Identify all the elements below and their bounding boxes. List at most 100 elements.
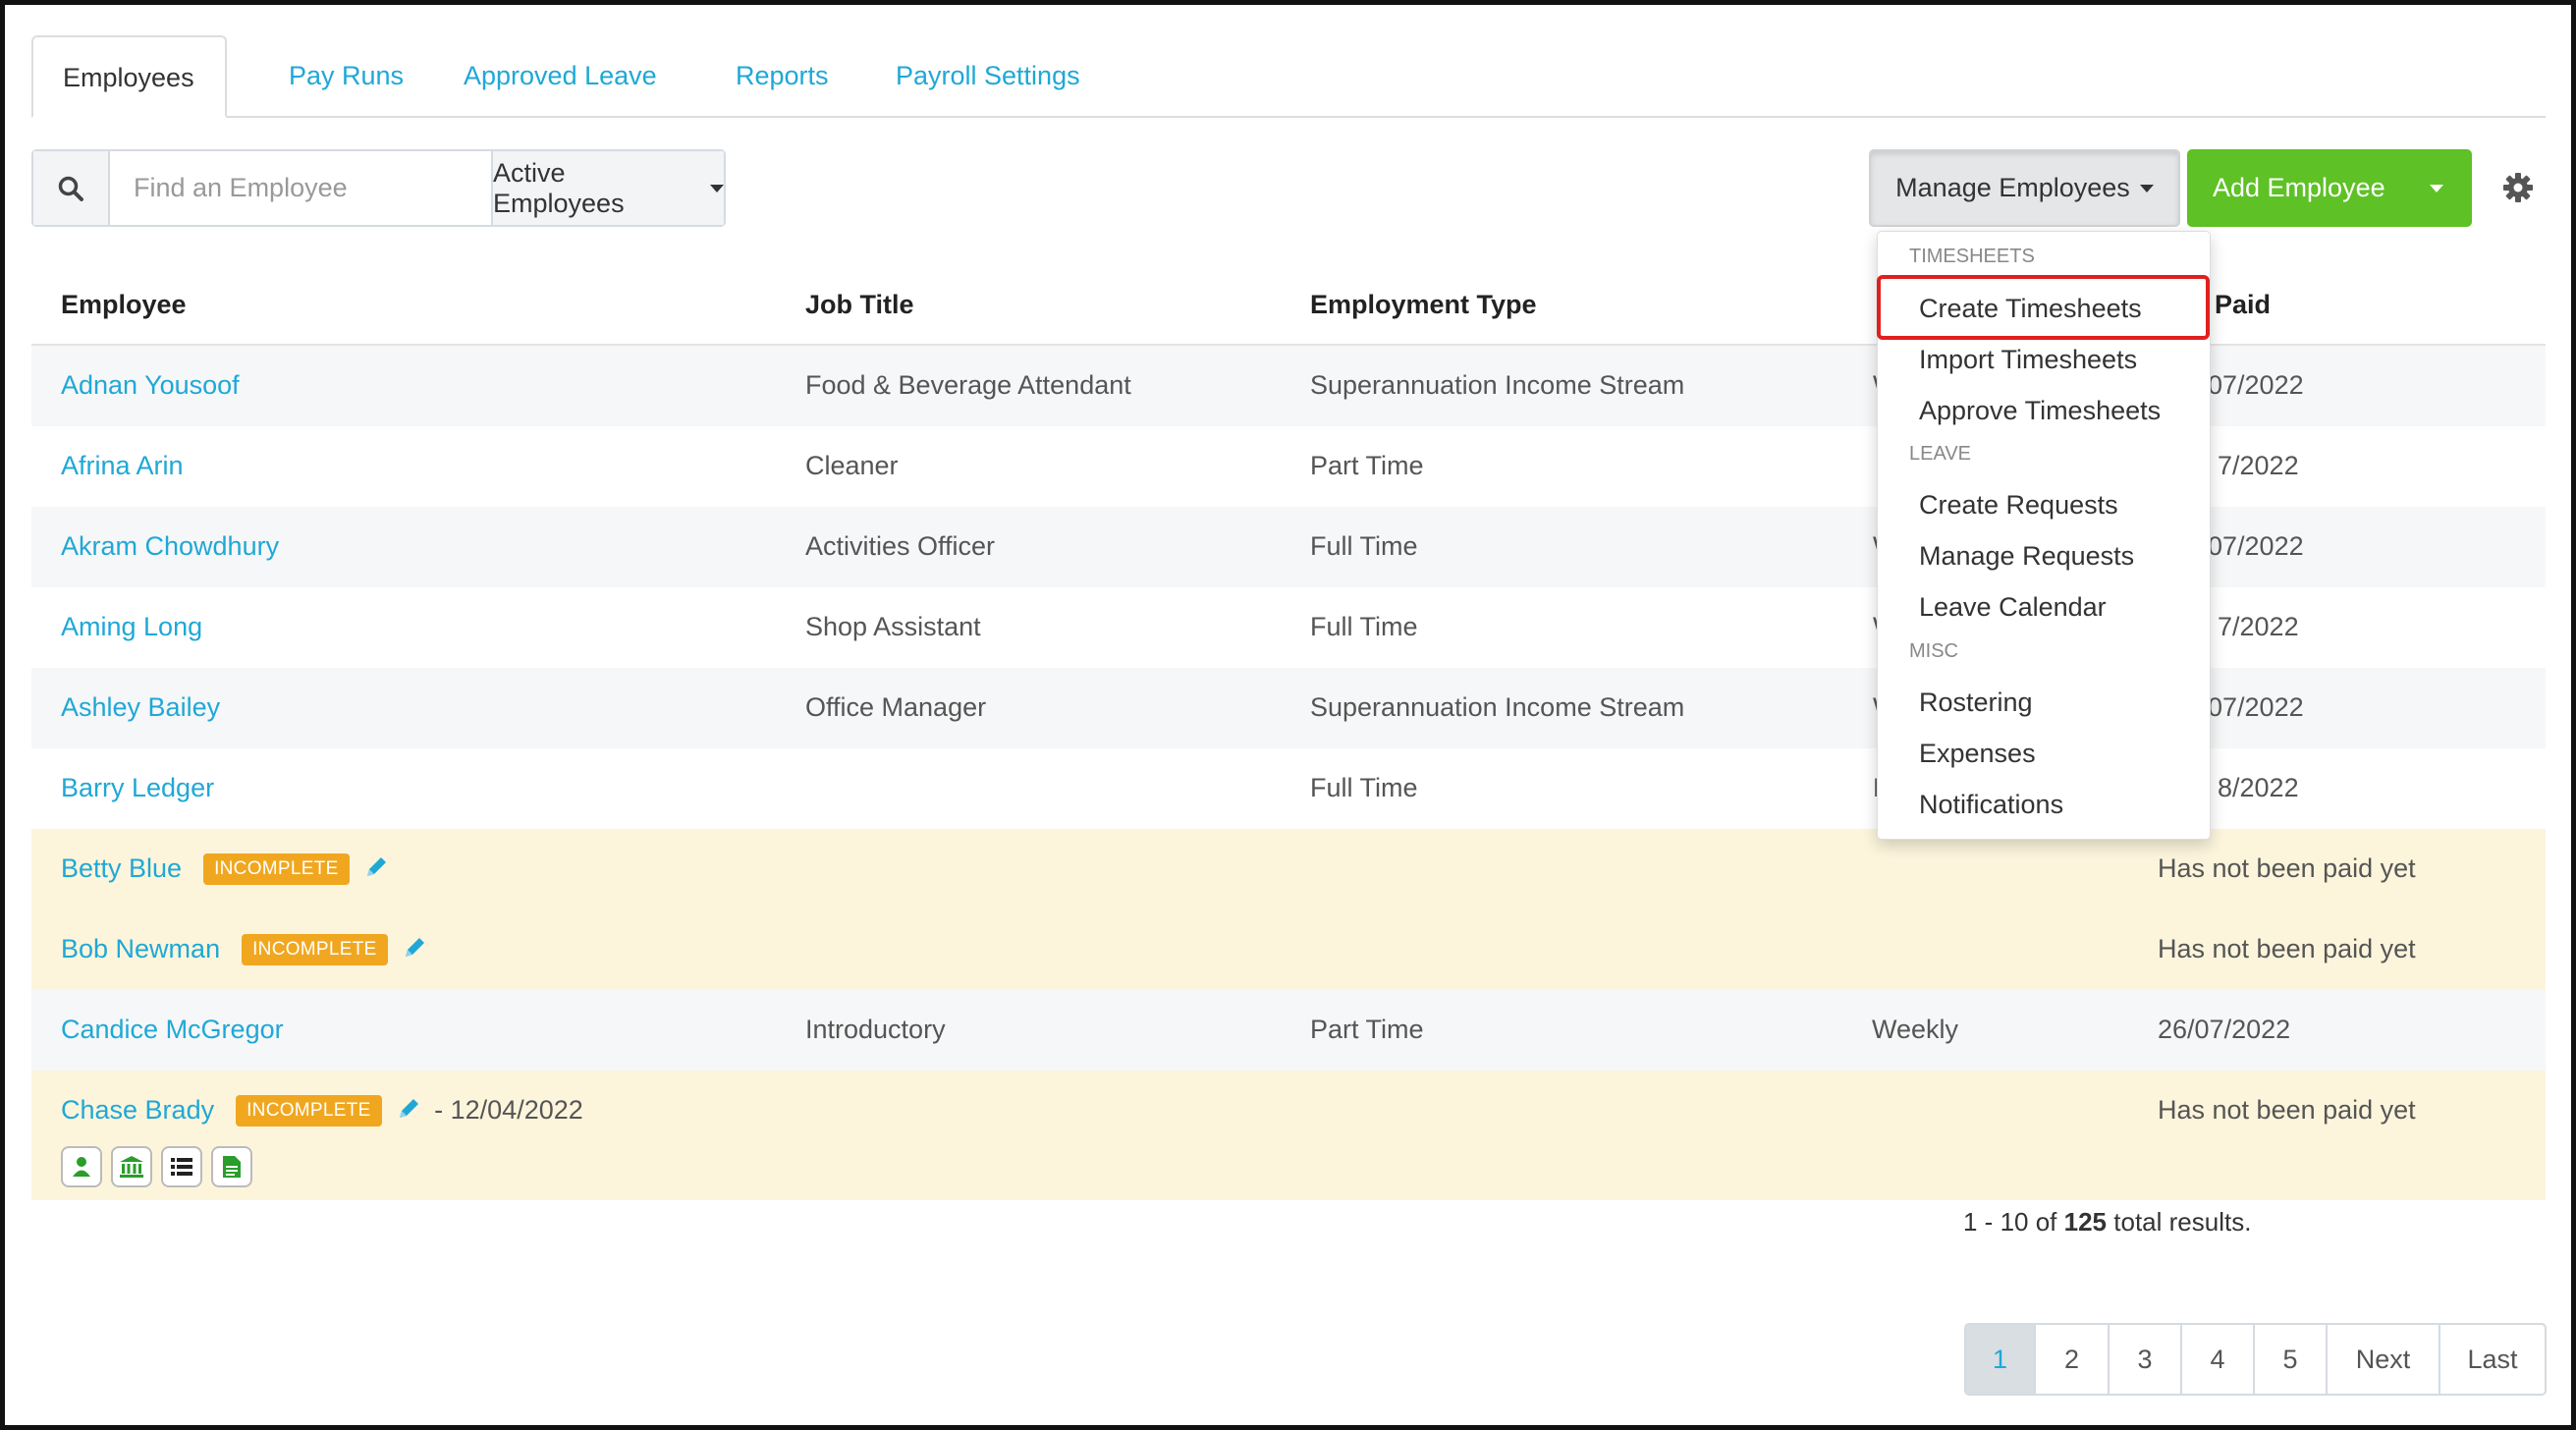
col-last-paid[interactable]: Paid — [2215, 290, 2271, 320]
caret-down-icon — [710, 184, 724, 192]
table-row: Candice McGregor Introductory Part Time … — [31, 990, 2546, 1071]
tab-bar: Employees Pay Runs Approved Leave Report… — [31, 35, 2546, 118]
results-count: 1 - 10 of 125 total results. — [1963, 1207, 2251, 1238]
employee-name-link[interactable]: Candice McGregor — [61, 1015, 284, 1045]
employment-type: Part Time — [1310, 1015, 1424, 1044]
col-employee[interactable]: Employee — [61, 290, 187, 320]
last-paid: 7/2022 — [2218, 612, 2299, 641]
table-row: Chase Brady INCOMPLETE - 12/04/2022 Has n… — [31, 1071, 2546, 1200]
manage-employees-label: Manage Employees — [1895, 173, 2130, 202]
last-paid: 26/07/2022 — [2158, 1015, 2291, 1044]
job-title: Shop Assistant — [805, 612, 981, 641]
employee-cell: Chase Brady INCOMPLETE - 12/04/2022 — [61, 1095, 583, 1127]
menu-header-misc: MISC — [1909, 640, 1958, 662]
page-5-button[interactable]: 5 — [2253, 1325, 2326, 1394]
tab-reports[interactable]: Reports — [706, 35, 858, 116]
page-4-button[interactable]: 4 — [2180, 1325, 2253, 1394]
last-paid: 07/2022 — [2208, 692, 2304, 722]
employee-search-input[interactable] — [110, 151, 491, 225]
employment-type: Part Time — [1310, 451, 1424, 480]
employment-type: Superannuation Income Stream — [1310, 370, 1685, 400]
last-paid: 07/2022 — [2208, 531, 2304, 561]
document-icon — [223, 1156, 241, 1178]
employee-name-link[interactable]: Bob Newman — [61, 934, 220, 963]
setup-steps — [61, 1146, 252, 1187]
menu-item-rostering[interactable]: Rostering — [1919, 688, 2033, 718]
employment-type: Full Time — [1310, 773, 1418, 802]
incomplete-badge: INCOMPLETE — [242, 934, 388, 965]
menu-item-manage-requests[interactable]: Manage Requests — [1919, 541, 2134, 572]
tab-employees[interactable]: Employees — [31, 35, 227, 118]
pagination: 1 2 3 4 5 Next Last — [1964, 1323, 2547, 1396]
menu-item-notifications[interactable]: Notifications — [1919, 790, 2063, 820]
search-icon — [58, 176, 83, 201]
gear-icon[interactable] — [2500, 170, 2536, 205]
documents-step-button[interactable] — [211, 1146, 252, 1187]
employee-name-link[interactable]: Akram Chowdhury — [61, 531, 279, 562]
pencil-icon[interactable] — [402, 935, 427, 961]
bank-step-button[interactable] — [111, 1146, 152, 1187]
job-title: Food & Beverage Attendant — [805, 370, 1131, 400]
pencil-icon[interactable] — [363, 854, 389, 880]
table-row: Bob Newman INCOMPLETE Has not been paid y… — [31, 909, 2546, 990]
last-paid: Has not been paid yet — [2158, 1095, 2416, 1125]
menu-item-create-requests[interactable]: Create Requests — [1919, 490, 2118, 521]
menu-item-expenses[interactable]: Expenses — [1919, 739, 2036, 769]
col-employment-type[interactable]: Employment Type — [1310, 290, 1537, 320]
tab-approved-leave[interactable]: Approved Leave — [434, 35, 686, 116]
page-2-button[interactable]: 2 — [2034, 1325, 2108, 1394]
caret-down-icon — [2139, 184, 2154, 192]
employee-name-link[interactable]: Ashley Bailey — [61, 692, 220, 723]
employment-type: Superannuation Income Stream — [1310, 692, 1685, 722]
last-paid: Has not been paid yet — [2158, 853, 2416, 883]
app-window: Employees Pay Runs Approved Leave Report… — [0, 0, 2576, 1430]
job-title: Cleaner — [805, 451, 899, 480]
manage-employees-button[interactable]: Manage Employees — [1869, 149, 2180, 227]
table-row: Betty Blue INCOMPLETE Has not been paid y… — [31, 829, 2546, 909]
employee-name-link[interactable]: Afrina Arin — [61, 451, 184, 481]
next-page-button[interactable]: Next — [2326, 1325, 2439, 1394]
job-title: Office Manager — [805, 692, 987, 722]
employee-name-link[interactable]: Adnan Yousoof — [61, 370, 240, 401]
last-paid: 07/2022 — [2208, 370, 2304, 400]
results-prefix: 1 - 10 of — [1963, 1207, 2057, 1237]
caret-down-icon — [2430, 184, 2443, 192]
col-job-title[interactable]: Job Title — [805, 290, 914, 320]
last-paid: Has not been paid yet — [2158, 934, 2416, 963]
last-paid: 7/2022 — [2218, 451, 2299, 480]
job-title: Introductory — [805, 1015, 946, 1044]
menu-item-import-timesheets[interactable]: Import Timesheets — [1919, 345, 2137, 375]
last-paid: 8/2022 — [2218, 773, 2299, 802]
last-page-button[interactable]: Last — [2439, 1325, 2545, 1394]
menu-item-approve-timesheets[interactable]: Approve Timesheets — [1919, 396, 2161, 426]
menu-header-timesheets: TIMESHEETS — [1909, 246, 2035, 267]
bank-icon — [120, 1156, 143, 1178]
employee-name-link[interactable]: Chase Brady — [61, 1095, 214, 1125]
add-employee-button[interactable]: Add Employee — [2187, 149, 2472, 227]
incomplete-date: - 12/04/2022 — [434, 1095, 583, 1125]
search-group: Active Employees — [31, 149, 726, 227]
employee-name-link[interactable]: Barry Ledger — [61, 773, 214, 803]
results-total: 125 — [2063, 1207, 2108, 1237]
pay-items-step-button[interactable] — [161, 1146, 202, 1187]
employee-name-link[interactable]: Betty Blue — [61, 853, 182, 883]
pencil-icon[interactable] — [396, 1096, 421, 1122]
employment-type: Full Time — [1310, 612, 1418, 641]
employee-name-link[interactable]: Aming Long — [61, 612, 202, 642]
job-title: Activities Officer — [805, 531, 996, 561]
employee-cell: Betty Blue INCOMPLETE — [61, 853, 389, 885]
tab-payroll-settings[interactable]: Payroll Settings — [866, 35, 1110, 116]
add-employee-options-toggle[interactable] — [2401, 149, 2472, 227]
incomplete-badge: INCOMPLETE — [203, 853, 350, 885]
page-3-button[interactable]: 3 — [2108, 1325, 2180, 1394]
employee-status-filter[interactable]: Active Employees — [491, 151, 724, 225]
details-step-button[interactable] — [61, 1146, 102, 1187]
menu-item-leave-calendar[interactable]: Leave Calendar — [1919, 592, 2107, 623]
results-suffix: total results. — [2113, 1207, 2252, 1237]
incomplete-badge: INCOMPLETE — [236, 1095, 382, 1127]
highlight-box — [1877, 275, 2210, 340]
tab-pay-runs[interactable]: Pay Runs — [259, 35, 433, 116]
page-1-button[interactable]: 1 — [1966, 1325, 2034, 1394]
search-button[interactable] — [33, 151, 110, 225]
list-icon — [171, 1158, 192, 1176]
